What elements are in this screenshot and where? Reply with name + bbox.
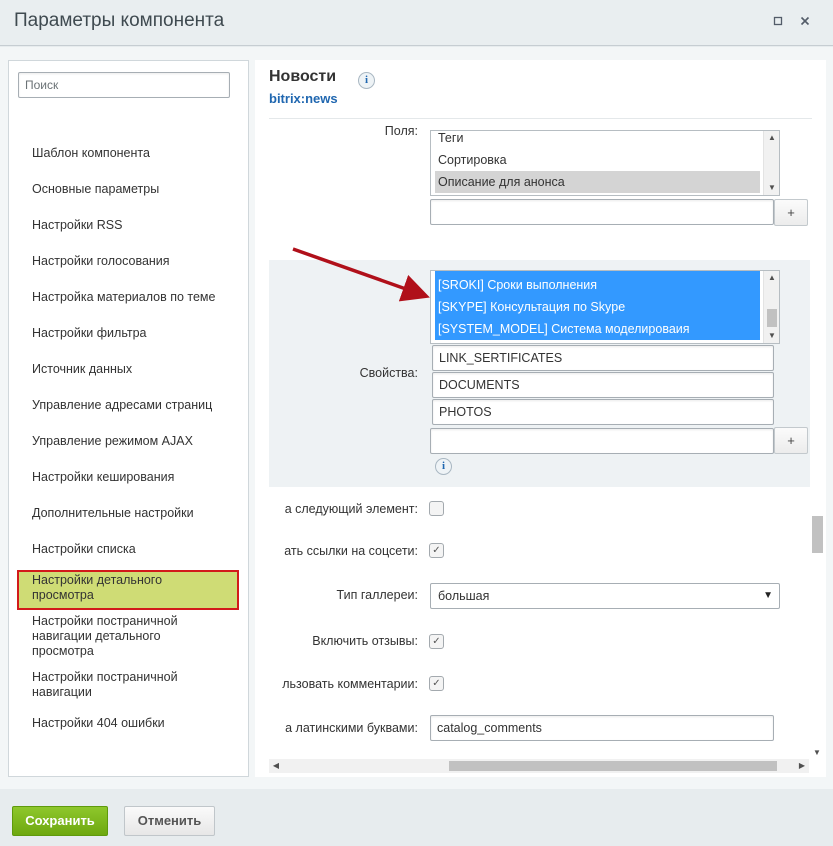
fields-label: Поля: (384, 124, 418, 138)
divider (269, 118, 812, 119)
sidebar-item-main[interactable]: Основные параметры (32, 182, 242, 197)
list-item[interactable]: [SYSTEM_MODEL] Система моделироваия (435, 318, 760, 340)
scrollbar-thumb[interactable] (812, 516, 823, 553)
list-item[interactable]: [SKYPE] Консультация по Skype (435, 296, 760, 318)
info-icon[interactable]: i (435, 458, 452, 475)
scrollbar-thumb[interactable] (767, 309, 777, 327)
next-element-label: а следующий элемент: (284, 502, 418, 516)
fields-listbox[interactable]: Теги Сортировка Описание для анонса ▲ ▼ (430, 130, 780, 196)
sidebar-item-sef[interactable]: Управление адресами страниц (32, 398, 242, 413)
info-icon[interactable]: i (358, 72, 375, 89)
scroll-up-icon[interactable]: ▲ (764, 271, 779, 285)
scrollbar-thumb[interactable] (449, 761, 777, 771)
property-input[interactable]: DOCUMENTS (432, 372, 774, 398)
listbox-scrollbar[interactable]: ▲ ▼ (763, 131, 779, 195)
gallery-type-select[interactable]: большая ▼ (430, 583, 780, 609)
reviews-checkbox[interactable]: ✓ (429, 634, 444, 649)
sidebar-item-template[interactable]: Шаблон компонента (32, 146, 242, 161)
sidebar-item-filter[interactable]: Настройки фильтра (32, 326, 242, 341)
social-links-label: ать ссылки на соцсети: (284, 544, 418, 558)
settings-panel: Новости i bitrix:news Поля: Теги Сортиро… (255, 60, 826, 777)
sidebar-item-pager[interactable]: Настройки постраничной навигации (32, 670, 212, 700)
dialog-footer: Сохранить Отменить (0, 789, 833, 846)
save-button[interactable]: Сохранить (12, 806, 108, 836)
latin-code-label: а латинскими буквами: (285, 721, 418, 735)
sidebar-item-additional[interactable]: Дополнительные настройки (32, 506, 242, 521)
component-title: Новости (269, 68, 337, 85)
dialog-body: Шаблон компонента Основные параметры Нас… (0, 47, 833, 789)
list-item[interactable]: Теги (435, 131, 760, 149)
sidebar-item-ajax[interactable]: Управление режимом AJAX (32, 434, 242, 449)
sidebar-item-list[interactable]: Настройки списка (32, 542, 242, 557)
sidebar-item-detail[interactable]: Настройки детального просмотра (32, 573, 212, 603)
dialog-title: Параметры компонента (14, 10, 225, 31)
reviews-label: Включить отзывы: (312, 634, 418, 648)
gallery-type-label: Тип галлереи: (336, 588, 418, 602)
fields-add-button[interactable]: + (774, 199, 808, 226)
comments-checkbox[interactable]: ✓ (429, 676, 444, 691)
fields-new-input[interactable] (430, 199, 774, 225)
latin-code-input[interactable] (430, 715, 774, 741)
sidebar-item-rss[interactable]: Настройки RSS (32, 218, 242, 233)
component-code: bitrix:news (269, 91, 338, 106)
cancel-button[interactable]: Отменить (124, 806, 215, 836)
settings-vscrollbar[interactable]: ▼ (809, 120, 825, 760)
property-new-input[interactable] (430, 428, 774, 454)
list-item[interactable]: Сортировка (435, 149, 760, 171)
search-input[interactable] (18, 72, 230, 98)
scroll-right-icon[interactable]: ▶ (795, 759, 809, 773)
sidebar: Шаблон компонента Основные параметры Нас… (8, 60, 249, 777)
comments-label: льзовать комментарии: (282, 677, 418, 691)
restore-icon[interactable] (770, 14, 786, 30)
settings-hscrollbar[interactable]: ◀ ▶ (269, 759, 809, 773)
scroll-left-icon[interactable]: ◀ (269, 759, 283, 773)
sidebar-item-related[interactable]: Настройка материалов по теме (32, 290, 242, 305)
properties-listbox[interactable]: [SROKI] Сроки выполнения [SKYPE] Консуль… (430, 270, 780, 344)
caret-down-icon: ▼ (763, 590, 773, 601)
sidebar-item-datasource[interactable]: Источник данных (32, 362, 242, 377)
sidebar-item-cache[interactable]: Настройки кеширования (32, 470, 242, 485)
settings-scroll-area: Поля: Теги Сортировка Описание для анонс… (269, 120, 810, 760)
social-links-checkbox[interactable]: ✓ (429, 543, 444, 558)
scroll-down-icon[interactable]: ▼ (764, 329, 779, 343)
sidebar-item-voting[interactable]: Настройки голосования (32, 254, 242, 269)
next-element-checkbox[interactable] (429, 501, 444, 516)
sidebar-item-404[interactable]: Настройки 404 ошибки (32, 716, 242, 731)
close-icon[interactable] (797, 14, 813, 30)
scroll-down-icon[interactable]: ▼ (764, 181, 779, 195)
property-input[interactable]: LINK_SERTIFICATES (432, 345, 774, 371)
sidebar-item-detail-pager[interactable]: Настройки постраничной навигации детальн… (32, 614, 212, 659)
properties-add-button[interactable]: + (774, 427, 808, 454)
dialog-titlebar: Параметры компонента (0, 0, 833, 46)
list-item[interactable]: Описание для анонса (435, 171, 760, 193)
scroll-down-icon[interactable]: ▼ (809, 746, 825, 760)
scroll-up-icon[interactable]: ▲ (764, 131, 779, 145)
property-input[interactable]: PHOTOS (432, 399, 774, 425)
properties-label: Свойства: (359, 366, 418, 380)
gallery-type-value: большая (438, 589, 490, 603)
listbox-scrollbar[interactable]: ▲ ▼ (763, 271, 779, 343)
list-item[interactable]: [SROKI] Сроки выполнения (435, 274, 760, 296)
